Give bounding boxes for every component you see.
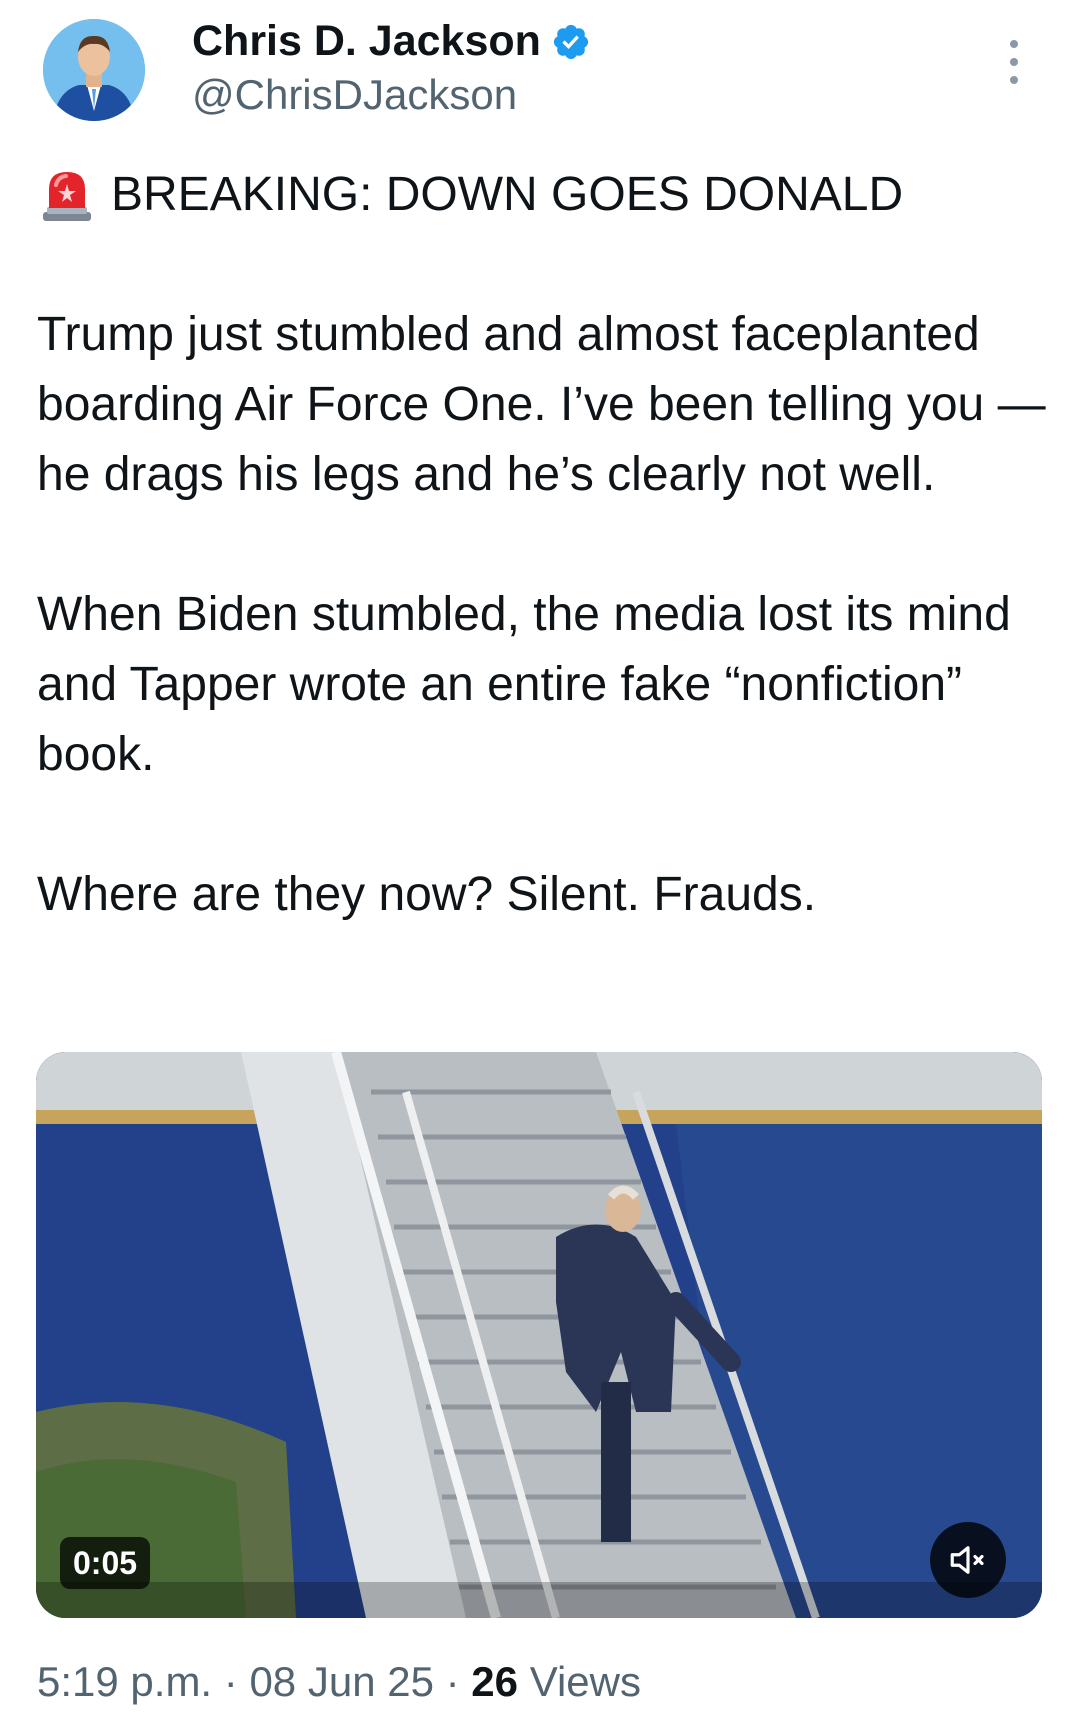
video-frame xyxy=(36,1052,1042,1618)
avatar[interactable] xyxy=(43,19,145,121)
tweet-headline: BREAKING: DOWN GOES DONALD xyxy=(111,168,904,221)
headline-row: BREAKING: DOWN GOES DONALD xyxy=(37,160,1057,230)
author-display-name[interactable]: Chris D. Jackson xyxy=(192,14,541,68)
author-handle[interactable]: @ChrisDJackson xyxy=(192,68,591,122)
verified-badge-icon[interactable] xyxy=(551,21,591,61)
more-dot xyxy=(1010,76,1018,84)
views-count[interactable]: 26 xyxy=(471,1658,518,1705)
more-dot xyxy=(1010,40,1018,48)
tweet-text: BREAKING: DOWN GOES DONALD Trump just st… xyxy=(37,160,1057,930)
tweet-meta: 5:19 p.m. · 08 Jun 25 · 26 Views xyxy=(37,1655,641,1709)
speaker-muted-icon[interactable] xyxy=(930,1522,1006,1598)
meta-separator: · xyxy=(223,1658,238,1705)
meta-separator: · xyxy=(445,1658,460,1705)
tweet-date[interactable]: 08 Jun 25 xyxy=(249,1658,434,1705)
tweet-time[interactable]: 5:19 p.m. xyxy=(37,1658,212,1705)
video-duration-badge: 0:05 xyxy=(60,1537,151,1589)
author-name-row: Chris D. Jackson xyxy=(192,14,591,68)
tweet-paragraph: Where are they now? Silent. Frauds. xyxy=(37,868,817,921)
tweet-paragraph: When Biden stumbled, the media lost its … xyxy=(37,588,1011,781)
police-car-light-icon xyxy=(37,165,97,225)
tweet-paragraph: Trump just stumbled and almost faceplant… xyxy=(37,308,1046,501)
more-dot xyxy=(1010,58,1018,66)
author-block: Chris D. Jackson @ChrisDJackson xyxy=(192,14,591,122)
video-player[interactable]: 0:05 xyxy=(36,1052,1042,1618)
tweet-header: Chris D. Jackson @ChrisDJackson xyxy=(0,0,1080,140)
more-options-icon[interactable] xyxy=(1002,40,1026,84)
views-label[interactable]: Views xyxy=(530,1658,641,1705)
